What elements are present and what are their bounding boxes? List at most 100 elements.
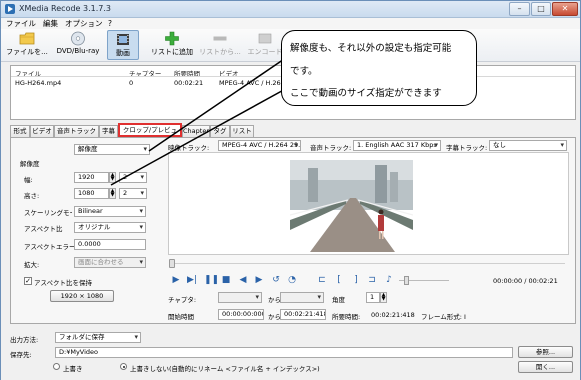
scaling-mode-label: スケーリングモー ド: [24,209,72,217]
encode-icon [258,33,272,44]
zoom-label: 拡大: [24,261,40,269]
timeline-handle[interactable] [169,259,175,268]
row-duration: 00:02:21 [174,79,204,87]
pause-icon[interactable]: ❚❚ [204,275,219,285]
video-track-select[interactable]: MPEG-4 AVC / H.264 29.97 [218,140,301,151]
overwrite-radio[interactable] [53,363,60,370]
resolution-preset-button[interactable]: 1920 × 1080 [50,290,114,302]
end-time-input[interactable]: 00:02:21:418 [280,309,326,320]
chapter-to-select[interactable] [280,292,324,303]
start-time-input[interactable]: 00:00:00:000 [218,309,264,320]
no-overwrite-radio[interactable] [120,363,127,370]
rewind-icon[interactable]: ↺ [271,275,281,285]
app-icon [5,4,15,14]
chapter-from-select[interactable] [218,292,262,303]
next-frame-icon[interactable]: ▶ [254,275,264,285]
width-step-select[interactable]: 2 [119,172,147,183]
step-forward-icon[interactable]: ▶| [187,275,197,285]
audio-track-select[interactable]: 1. English AAC 317 Kbps [353,140,441,151]
browse-button[interactable]: 参照... [518,346,573,358]
close-button[interactable]: ✕ [552,2,578,16]
menu-bar: ファイル 編集 オプション ? [1,18,580,29]
video-button[interactable]: 動画 [107,30,139,60]
output-method-select[interactable]: フォルダに保存 [55,332,141,343]
open-file-label: ファイルを... [6,48,48,56]
minimize-button[interactable]: – [509,2,530,16]
tab-subtitles[interactable]: 字幕 [99,125,118,137]
encode-label: エンコード [247,48,283,56]
overwrite-label: 上書き [63,365,83,373]
add-to-list-button[interactable]: リストに追加 [149,30,195,60]
tab-list[interactable]: リスト [230,125,254,137]
tab-audio-track-1[interactable]: 音声トラック 1 [54,125,99,146]
audio-track-label: 音声トラック: [310,144,352,152]
remove-from-list-label: リストから... [199,48,241,56]
title-bar: XMedia Recode 3.1.7.3 – □ ✕ [1,1,580,18]
play-icon[interactable]: ▶ [171,275,181,285]
angle-input[interactable]: 1 [366,292,380,303]
width-input[interactable]: 1920 [74,172,109,183]
duration-label: 所要時間: [332,313,361,321]
tab-crop-preview[interactable]: クロップ/プレビュー [118,123,182,145]
dvd-bluray-button[interactable]: DVD/Blu-ray [53,30,103,60]
subtitle-track-label: 字幕トラック: [446,144,488,152]
time-display: 00:00:00 / 00:02:21 [493,277,558,285]
start-time-label: 開始時間 [168,313,194,321]
menu-file[interactable]: ファイル [6,18,36,29]
tab-format[interactable]: 形式 [10,125,30,137]
video-label: 動画 [116,49,130,57]
radio-selected-dot [122,365,126,369]
encode-button[interactable]: エンコード [245,30,285,60]
destination-label: 保存先: [10,351,32,359]
video-preview-frame [290,160,413,252]
tab-tags[interactable]: タグ [210,125,230,137]
height-label: 高さ: [24,192,40,200]
tab-chapter[interactable]: Chapter [182,125,210,137]
timeline-track[interactable] [171,263,565,264]
destination-path-input[interactable]: D:¥MyVideo [55,347,513,358]
open-folder-button[interactable]: 開く... [518,361,573,373]
clock-icon[interactable]: ◔ [287,275,297,285]
aspect-error-label: アスペクトエラー: [24,243,78,251]
dvd-bluray-label: DVD/Blu-ray [56,47,100,55]
menu-options[interactable]: オプション [65,18,103,29]
disc-icon [71,31,85,46]
duration-value: 00:02:21:418 [371,311,415,319]
height-spinner[interactable]: ▲ ▼ [109,188,116,199]
crop-mode-select[interactable]: 解像度 [74,144,150,155]
angle-spinner[interactable]: ▲ ▼ [380,292,387,303]
previous-frame-icon[interactable]: ◀ [238,275,248,285]
mark-end-icon[interactable]: ⊐ [367,275,377,285]
window-title: XMedia Recode 3.1.7.3 [19,4,111,13]
scaling-mode-select[interactable]: Bilinear [74,206,146,217]
aspect-ratio-select[interactable]: オリジナル [74,222,146,233]
keep-aspect-checkbox[interactable]: ✓ [24,277,32,285]
set-end-icon[interactable]: ] [351,275,361,285]
menu-edit[interactable]: 編集 [43,18,58,29]
callout-line-3: ここで動画のサイズ指定ができます [290,88,442,99]
open-file-button[interactable]: ファイルを... [5,30,49,60]
stop-icon[interactable]: ■ [221,275,231,285]
subtitle-track-select[interactable]: なし [489,140,567,151]
set-start-icon[interactable]: [ [334,275,344,285]
row-chapter: 0 [129,79,134,87]
height-step-select[interactable]: 2 [119,188,147,199]
aspect-error-field[interactable]: 0.0000 [74,239,146,250]
mark-start-icon[interactable]: ⊏ [317,275,327,285]
application-window: XMedia Recode 3.1.7.3 – □ ✕ ファイル 編集 オプショ… [0,0,581,380]
width-spinner[interactable]: ▲ ▼ [109,172,116,183]
menu-help[interactable]: ? [108,18,112,29]
width-label: 幅: [24,176,33,184]
zoom-select[interactable]: 画面に合わせる [74,257,146,268]
volume-icon[interactable]: ♪ [384,275,394,285]
remove-from-list-button[interactable]: リストから... [197,30,243,60]
volume-slider-handle[interactable] [404,276,409,285]
chapter-label: チャプタ: [168,296,197,304]
height-input[interactable]: 1080 [74,188,109,199]
video-track-label: 映像トラック: [168,144,210,152]
tab-video[interactable]: ビデオ [30,125,54,137]
keep-aspect-label: アスペクト比を保持 [34,279,93,287]
maximize-button[interactable]: □ [531,2,551,16]
folder-icon [19,32,35,45]
add-to-list-label: リストに追加 [151,48,193,56]
